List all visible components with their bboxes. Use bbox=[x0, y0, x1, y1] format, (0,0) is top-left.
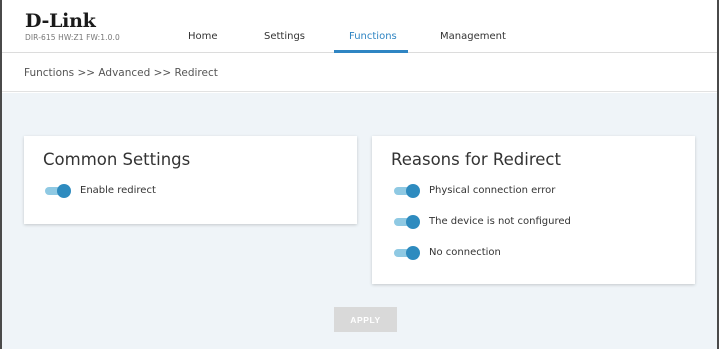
nav-settings[interactable]: Settings bbox=[264, 31, 305, 42]
common-settings-card: Common Settings Enable redirect bbox=[24, 136, 357, 224]
device-not-configured-toggle[interactable] bbox=[394, 215, 420, 229]
physical-connection-error-label: Physical connection error bbox=[429, 185, 556, 196]
nav-active-underline bbox=[334, 50, 408, 53]
top-header: D-Link DIR-615 HW:Z1 FW:1.0.0 Home Setti… bbox=[2, 0, 717, 53]
reasons-card: Reasons for Redirect Physical connection… bbox=[372, 136, 695, 284]
dlink-logo: D-Link bbox=[25, 10, 96, 32]
device-model-info: DIR-615 HW:Z1 FW:1.0.0 bbox=[25, 33, 120, 42]
common-settings-title: Common Settings bbox=[43, 150, 191, 169]
device-not-configured-label: The device is not configured bbox=[429, 216, 571, 227]
apply-button[interactable]: APPLY bbox=[334, 307, 397, 332]
no-connection-toggle[interactable] bbox=[394, 246, 420, 260]
nav-home[interactable]: Home bbox=[188, 31, 218, 42]
no-connection-label: No connection bbox=[429, 247, 501, 258]
nav-management[interactable]: Management bbox=[440, 31, 506, 42]
enable-redirect-toggle[interactable] bbox=[45, 184, 71, 198]
breadcrumb: Functions >> Advanced >> Redirect bbox=[24, 67, 218, 79]
enable-redirect-label: Enable redirect bbox=[80, 185, 156, 196]
physical-connection-error-toggle[interactable] bbox=[394, 184, 420, 198]
reasons-title: Reasons for Redirect bbox=[391, 150, 561, 169]
nav-functions[interactable]: Functions bbox=[349, 31, 397, 42]
breadcrumb-bar: Functions >> Advanced >> Redirect bbox=[2, 54, 717, 92]
